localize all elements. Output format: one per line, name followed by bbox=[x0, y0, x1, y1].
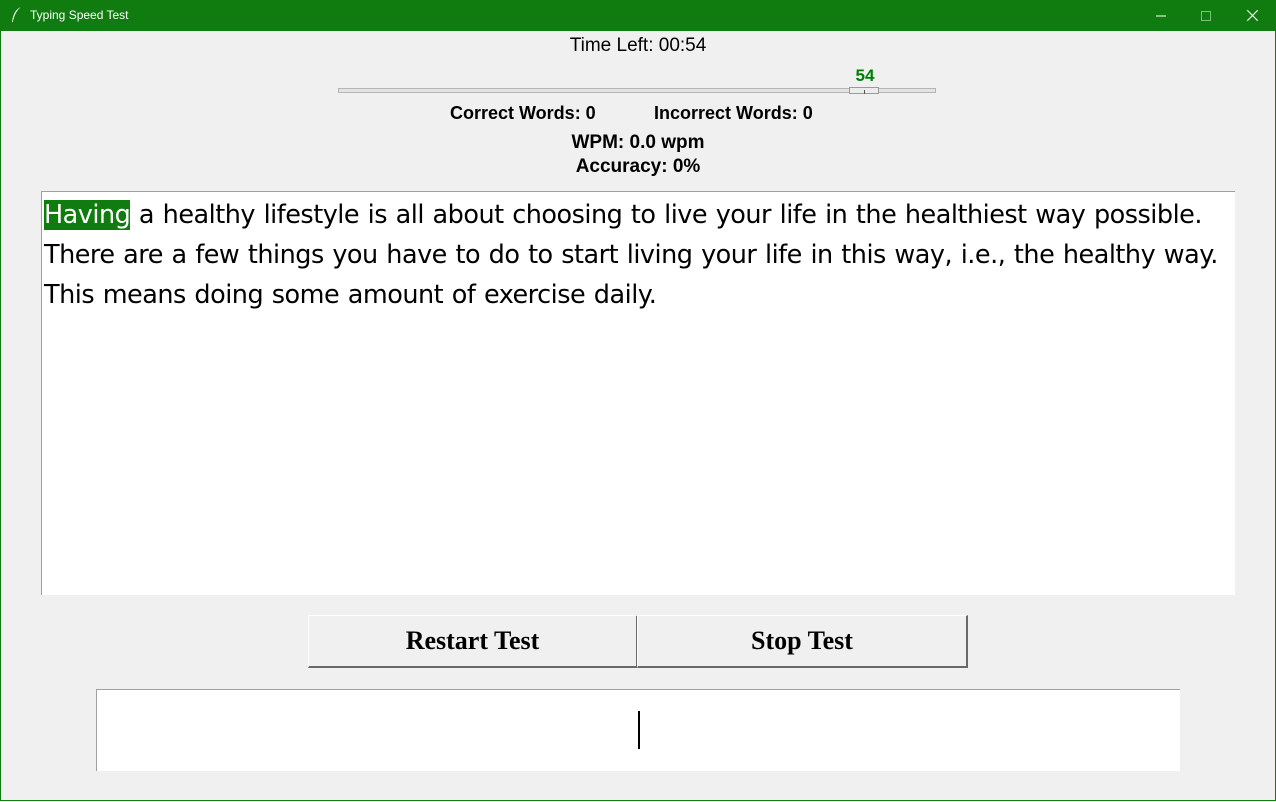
maximize-icon bbox=[1201, 10, 1211, 21]
correct-words-label: Correct Words: 0 bbox=[450, 103, 596, 123]
feather-icon bbox=[10, 6, 24, 24]
typing-input[interactable] bbox=[96, 689, 1180, 771]
timer-slider-thumb[interactable] bbox=[849, 87, 880, 94]
slider-value: 54 bbox=[855, 66, 875, 85]
current-word-highlight: Having bbox=[44, 200, 131, 230]
minimize-button[interactable] bbox=[1138, 0, 1184, 31]
passage-remaining-text: a healthy lifestyle is all about choosin… bbox=[44, 200, 1218, 310]
restart-test-button[interactable]: Restart Test bbox=[308, 615, 638, 668]
timer-slider-track[interactable] bbox=[338, 88, 936, 93]
close-button[interactable] bbox=[1229, 0, 1275, 31]
minimize-icon bbox=[1156, 11, 1166, 21]
wpm-label: WPM: 0.0 wpm bbox=[571, 132, 705, 153]
accuracy-label: Accuracy: 0% bbox=[575, 156, 701, 177]
passage-text: Having a healthy lifestyle is all about … bbox=[44, 195, 1236, 315]
title-bar: Typing Speed Test bbox=[0, 0, 1276, 31]
close-icon bbox=[1246, 10, 1258, 21]
maximize-button[interactable] bbox=[1183, 0, 1229, 31]
text-caret bbox=[638, 711, 640, 749]
stop-test-button[interactable]: Stop Test bbox=[637, 615, 968, 668]
window-title: Typing Speed Test bbox=[30, 8, 129, 22]
time-left-label: Time Left: 00:54 bbox=[569, 35, 707, 56]
incorrect-words-label: Incorrect Words: 0 bbox=[654, 103, 813, 123]
passage-text-area: Having a healthy lifestyle is all about … bbox=[41, 191, 1235, 595]
